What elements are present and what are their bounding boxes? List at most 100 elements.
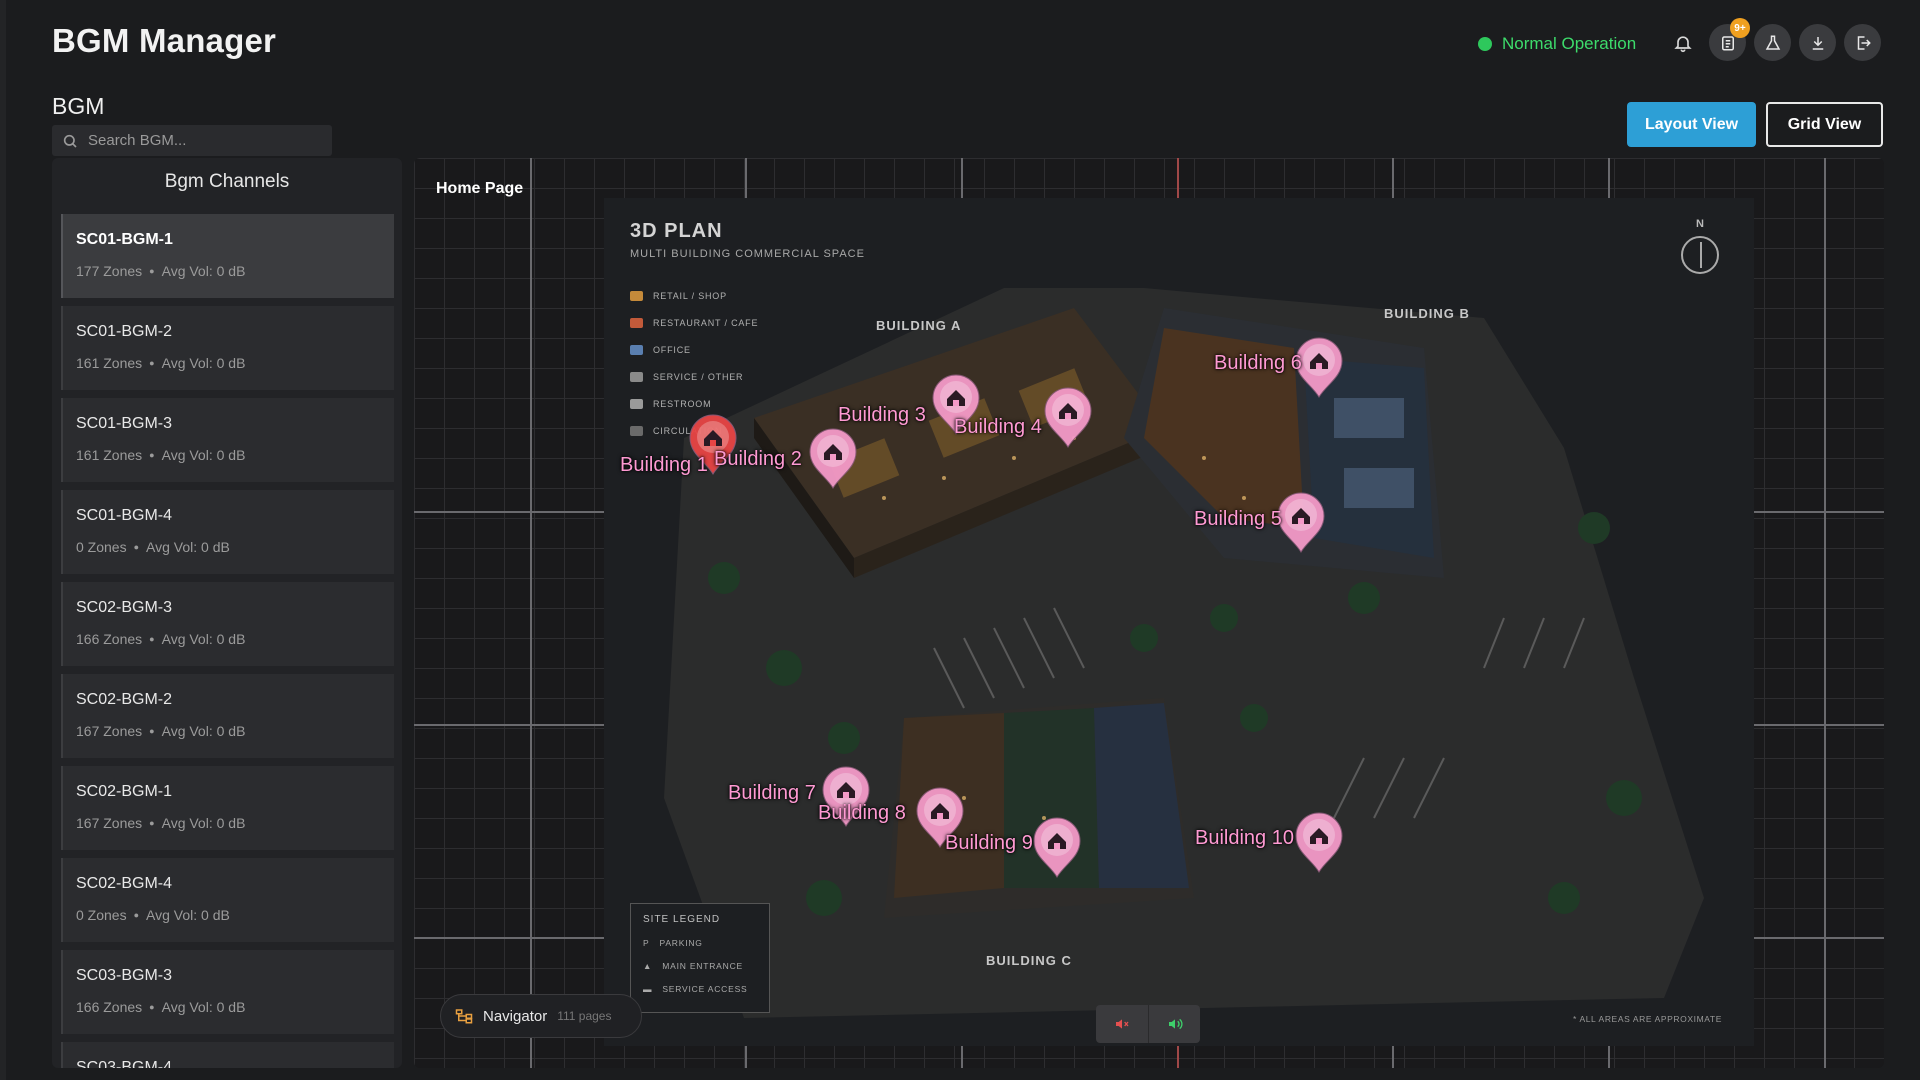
channel-zones: 177 Zones [76, 263, 143, 279]
channel-item[interactable]: SC03-BGM-3 166 Zones ● Avg Vol: 0 dB [61, 950, 394, 1034]
channel-item[interactable]: SC02-BGM-1 167 Zones ● Avg Vol: 0 dB [61, 766, 394, 850]
download-button[interactable] [1799, 24, 1836, 61]
channel-item[interactable]: SC02-BGM-4 0 Zones ● Avg Vol: 0 dB [61, 858, 394, 942]
separator-dot: ● [149, 634, 155, 644]
channel-volume: Avg Vol: 0 dB [161, 999, 246, 1015]
building-marker-label[interactable]: Building 3 [838, 404, 926, 427]
map-pin-icon [809, 428, 857, 489]
channel-item[interactable]: SC01-BGM-2 161 Zones ● Avg Vol: 0 dB [61, 306, 394, 390]
legend-swatch-icon [630, 290, 643, 301]
channel-meta: 161 Zones ● Avg Vol: 0 dB [76, 447, 394, 463]
site-plan-drawing [664, 288, 1704, 1018]
separator-dot: ● [149, 358, 155, 368]
guide-line [530, 158, 532, 1068]
volume-mute-icon [1116, 1019, 1129, 1029]
channel-name: SC01-BGM-4 [76, 507, 173, 524]
guide-line [1824, 158, 1826, 1068]
site-legend-service: ▬ SERVICE ACCESS [643, 977, 757, 1000]
channel-volume: Avg Vol: 0 dB [161, 815, 246, 831]
status-text: Normal Operation [1502, 34, 1637, 53]
header-actions: 9+ [1665, 18, 1881, 61]
flask-icon [1765, 35, 1780, 50]
channel-item[interactable]: SC02-BGM-2 167 Zones ● Avg Vol: 0 dB [61, 674, 394, 758]
navigator-label: Navigator [483, 1007, 548, 1025]
volume-controls [1096, 1005, 1200, 1043]
channel-name: SC01-BGM-3 [76, 415, 173, 432]
navigator-button[interactable]: Navigator 111 pages [440, 994, 642, 1038]
site-legend: SITE LEGEND P PARKING ▲ MAIN ENTRANCE ▬ SER… [630, 903, 770, 1013]
system-status: Normal Operation [1478, 34, 1636, 54]
section-label: BGM [52, 93, 105, 119]
grid-view-button[interactable]: Grid View [1766, 102, 1883, 147]
entrance-icon: ▲ [643, 960, 653, 971]
lab-button[interactable] [1754, 24, 1791, 61]
building-marker-label[interactable]: Building 4 [954, 416, 1042, 439]
navigator-pages: 111 pages [557, 1009, 612, 1023]
legend-item: SERVICE / OTHER [630, 363, 758, 390]
separator-dot: ● [133, 910, 140, 920]
channel-item[interactable]: SC01-BGM-3 161 Zones ● Avg Vol: 0 dB [61, 398, 394, 482]
building-c-label: BUILDING C [986, 953, 1072, 968]
channel-name: SC01-BGM-2 [76, 323, 173, 340]
channel-zones: 166 Zones [76, 999, 143, 1015]
building-marker-label[interactable]: Building 1 [620, 454, 708, 477]
channel-name: SC02-BGM-4 [76, 875, 173, 892]
building-marker-label[interactable]: Building 8 [818, 802, 906, 825]
logout-icon [1857, 35, 1871, 50]
building-marker[interactable] [1028, 813, 1086, 879]
channel-item[interactable]: SC03-BGM-4 [61, 1042, 394, 1068]
site-legend-parking: P PARKING [643, 931, 757, 954]
separator-dot: ● [149, 450, 155, 460]
alerts-button[interactable]: 9+ [1709, 18, 1750, 61]
building-marker-label[interactable]: Building 6 [1214, 352, 1302, 375]
building-marker-label[interactable]: Building 2 [714, 448, 802, 471]
site-legend-label: MAIN ENTRANCE [662, 960, 743, 971]
layout-canvas[interactable]: Home Page 3D PLAN MULTI BUILDING COMMERC… [414, 158, 1884, 1068]
channel-zones: 161 Zones [76, 355, 143, 371]
bell-button[interactable] [1665, 25, 1701, 61]
building-marker[interactable] [804, 424, 862, 490]
search-box [52, 125, 332, 156]
sitemap-icon [455, 1009, 473, 1024]
channel-list: SC01-BGM-1 177 Zones ● Avg Vol: 0 dB SC01-BG… [52, 214, 402, 1068]
volume-up-button[interactable] [1148, 1005, 1200, 1043]
channel-name: SC02-BGM-2 [76, 691, 173, 708]
layout-view-button[interactable]: Layout View [1627, 102, 1756, 147]
channel-volume: Avg Vol: 0 dB [146, 539, 230, 555]
building-a-label: BUILDING A [876, 318, 962, 333]
channel-meta: 167 Zones ● Avg Vol: 0 dB [76, 815, 394, 831]
building-marker-label[interactable]: Building 7 [728, 782, 816, 805]
building-marker-label[interactable]: Building 9 [945, 832, 1033, 855]
channel-name: SC03-BGM-4 [76, 1059, 173, 1068]
site-legend-title: SITE LEGEND [643, 914, 721, 925]
channel-meta: 161 Zones ● Avg Vol: 0 dB [76, 355, 394, 371]
channel-item[interactable]: SC01-BGM-4 0 Zones ● Avg Vol: 0 dB [61, 490, 394, 574]
channel-volume: Avg Vol: 0 dB [146, 907, 230, 923]
building-marker-label[interactable]: Building 5 [1194, 508, 1282, 531]
channel-meta: 0 Zones ● Avg Vol: 0 dB [76, 539, 394, 555]
mute-button[interactable] [1096, 1005, 1148, 1043]
map-pin-icon [1033, 817, 1081, 878]
separator-dot: ● [149, 1002, 155, 1012]
building-marker[interactable] [1039, 383, 1097, 449]
logout-button[interactable] [1844, 24, 1881, 61]
search-input[interactable] [88, 132, 308, 149]
channel-volume: Avg Vol: 0 dB [161, 447, 246, 463]
channel-meta: 0 Zones ● Avg Vol: 0 dB [76, 907, 394, 923]
building-marker-label[interactable]: Building 10 [1195, 827, 1294, 850]
download-icon [1812, 36, 1823, 50]
channel-meta: 177 Zones ● Avg Vol: 0 dB [76, 263, 394, 279]
channel-zones: 167 Zones [76, 723, 143, 739]
channel-item[interactable]: SC01-BGM-1 177 Zones ● Avg Vol: 0 dB [61, 214, 394, 298]
channel-zones: 0 Zones [76, 907, 127, 923]
channel-zones: 0 Zones [76, 539, 127, 555]
channel-name: SC02-BGM-1 [76, 783, 173, 800]
channel-item[interactable]: SC02-BGM-3 166 Zones ● Avg Vol: 0 dB [61, 582, 394, 666]
legend-swatch-icon [630, 371, 643, 382]
building-marker[interactable] [1290, 808, 1348, 874]
separator-dot: ● [149, 266, 155, 276]
site-legend-label: SERVICE ACCESS [662, 983, 748, 994]
legend-label: OFFICE [653, 344, 691, 355]
legend-label: RESTROOM [653, 398, 712, 409]
channel-volume: Avg Vol: 0 dB [161, 263, 246, 279]
